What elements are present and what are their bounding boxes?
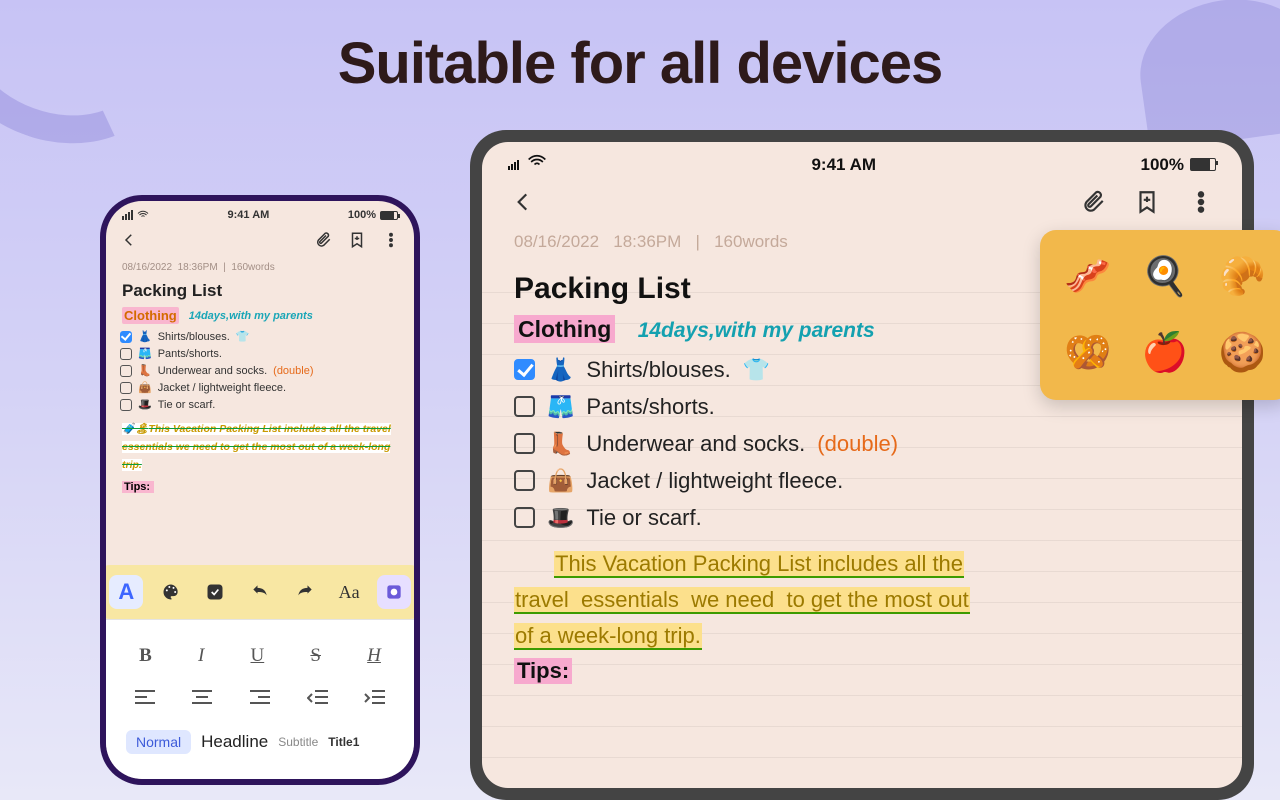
phone-screen: 9:41 AM 100% 08/16/2022 18:36PM | 160wor… [106, 201, 414, 779]
font-button[interactable]: Aa [332, 575, 366, 609]
tips-heading[interactable]: Tips: [122, 481, 154, 493]
sticker-egg[interactable]: 🍳 [1131, 244, 1198, 310]
strike-button[interactable]: S [310, 645, 321, 667]
undo-button[interactable] [243, 575, 277, 609]
checkbox[interactable] [514, 433, 535, 454]
promo-headline: Suitable for all devices [0, 30, 1280, 97]
italic-button[interactable]: I [198, 645, 204, 667]
style-headline[interactable]: Headline [201, 732, 268, 752]
tablet-status-bar: 9:41 AM 100% [482, 142, 1242, 181]
sticker-bacon[interactable]: 🥓 [1054, 244, 1121, 310]
more-icon[interactable] [1188, 189, 1214, 220]
palette-button[interactable] [154, 575, 188, 609]
sticker-cookies[interactable]: 🍪 [1209, 320, 1276, 386]
list-item: 👗Shirts/blouses.👕 [120, 328, 400, 345]
style-subtitle[interactable]: Subtitle [278, 735, 318, 749]
section-subtitle[interactable]: 14days,with my parents [638, 319, 875, 342]
list-item: 👜Jacket / lightweight fleece. [120, 379, 400, 396]
checkbox-button[interactable] [198, 575, 232, 609]
note-paragraph[interactable]: This Vacation Packing List includes all … [514, 546, 1210, 654]
align-center-icon[interactable] [191, 689, 213, 712]
checkbox[interactable] [514, 359, 535, 380]
align-left-icon[interactable] [134, 689, 156, 712]
indent-decrease-icon[interactable] [307, 689, 329, 712]
checkbox[interactable] [514, 507, 535, 528]
attach-icon[interactable] [1080, 189, 1106, 220]
phone-app-bar [106, 225, 414, 260]
checkbox[interactable] [120, 348, 132, 360]
note-title[interactable]: Packing List [106, 275, 414, 307]
sticker-panel: 🥓 🍳 🥐 🥨 🍎 🍪 [1040, 230, 1280, 400]
back-icon[interactable] [510, 189, 536, 220]
note-paragraph[interactable]: 🧳🏝This Vacation Packing List includes al… [106, 417, 414, 479]
signal-icon [508, 160, 519, 170]
bookmark-icon[interactable] [1134, 189, 1160, 220]
status-battery-pct: 100% [1141, 155, 1184, 175]
sticker-pretzel[interactable]: 🥨 [1054, 320, 1121, 386]
sticker-croissant[interactable]: 🥐 [1209, 244, 1276, 310]
checklist[interactable]: 👗Shirts/blouses.👕 🩳Pants/shorts. 👢Underw… [106, 324, 414, 417]
signal-icon [122, 210, 133, 220]
note-meta: 08/16/2022 18:36PM | 160words [106, 260, 414, 275]
style-title1[interactable]: Title1 [328, 735, 359, 749]
checkbox[interactable] [120, 399, 132, 411]
list-item: 🎩Tie or scarf. [120, 396, 400, 413]
text-style-button[interactable]: A [109, 575, 143, 609]
align-right-icon[interactable] [249, 689, 271, 712]
phone-device-frame: 9:41 AM 100% 08/16/2022 18:36PM | 160wor… [100, 195, 420, 785]
checkbox[interactable] [120, 331, 132, 343]
checkbox[interactable] [120, 382, 132, 394]
indent-increase-icon[interactable] [364, 689, 386, 712]
battery-icon [380, 211, 398, 220]
section-heading[interactable]: Clothing [514, 315, 615, 343]
sticker-apple[interactable]: 🍎 [1131, 320, 1198, 386]
tips-heading[interactable]: Tips: [514, 658, 572, 684]
wifi-icon [527, 152, 547, 177]
checkbox[interactable] [120, 365, 132, 377]
checkbox[interactable] [514, 470, 535, 491]
list-item: 🩳Pants/shorts. [120, 345, 400, 362]
bookmark-icon[interactable] [348, 231, 366, 254]
section-subtitle[interactable]: 14days,with my parents [189, 310, 313, 322]
battery-icon [1190, 158, 1216, 171]
checkbox[interactable] [514, 396, 535, 417]
list-item: 🎩Tie or scarf. [514, 499, 1210, 536]
bold-button[interactable]: B [139, 645, 152, 667]
list-item: 👜Jacket / lightweight fleece. [514, 462, 1210, 499]
status-time: 9:41 AM [228, 209, 270, 221]
wifi-icon [137, 209, 149, 221]
status-time: 9:41 AM [811, 155, 876, 175]
more-icon[interactable] [382, 231, 400, 254]
section-heading[interactable]: Clothing [122, 307, 179, 324]
underline-button[interactable]: U [250, 645, 264, 667]
attach-icon[interactable] [314, 231, 332, 254]
status-battery-pct: 100% [348, 209, 376, 221]
style-normal[interactable]: Normal [126, 730, 191, 754]
tablet-app-bar [482, 181, 1242, 228]
editor-toolbar: A Aa [106, 565, 414, 619]
redo-button[interactable] [288, 575, 322, 609]
sticker-button[interactable] [377, 575, 411, 609]
phone-status-bar: 9:41 AM 100% [106, 201, 414, 225]
list-item: 👢Underwear and socks.(double) [514, 425, 1210, 462]
list-item: 👢Underwear and socks.(double) [120, 362, 400, 379]
back-icon[interactable] [120, 231, 138, 254]
highlight-button[interactable]: H [367, 645, 381, 667]
format-panel: B I U S H Normal Headline Subtitle Title… [106, 619, 414, 779]
